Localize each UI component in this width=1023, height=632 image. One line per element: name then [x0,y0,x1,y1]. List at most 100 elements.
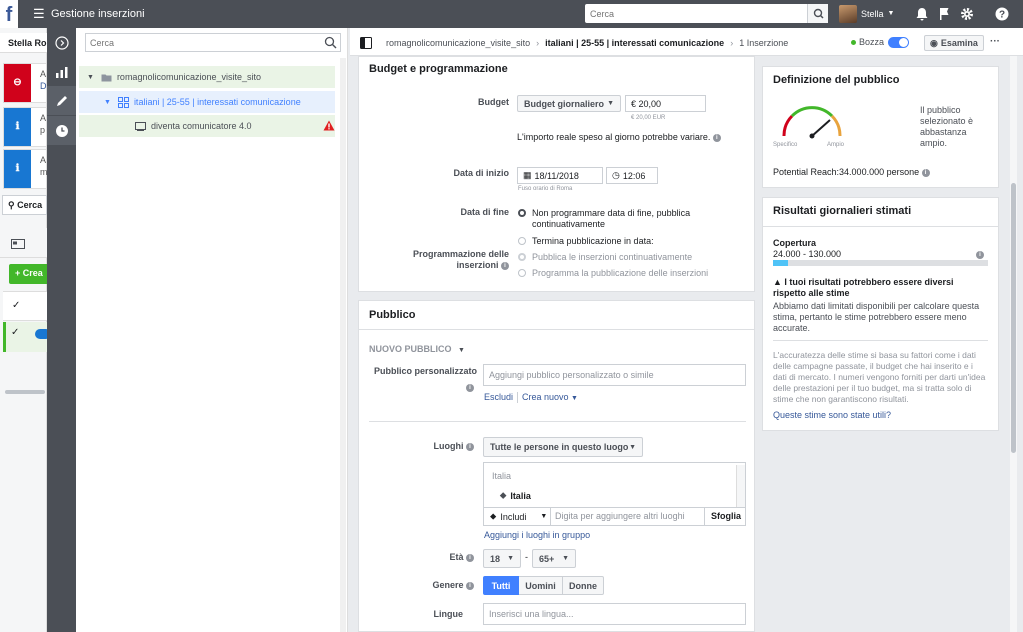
checkbox-checked[interactable]: ✓ [11,327,19,338]
include-label: Includi [500,511,527,522]
age-min-select[interactable]: 18 ▼ [483,549,521,568]
tree-search[interactable] [85,33,341,52]
radio-selected[interactable] [518,209,526,217]
notification-card[interactable]: ℹ Ap [3,107,47,147]
help-icon[interactable]: ? [994,6,1010,22]
new-audience-dropdown[interactable]: NUOVO PUBBLICO ▼ [369,344,465,354]
status-dot [851,39,856,45]
budget-amount-input[interactable]: € 20,00 [625,95,706,112]
feedback-link[interactable]: Queste stime sono state utili? [773,410,891,420]
divider [358,329,755,330]
timezone-label: Fuso orario di Roma [518,186,573,192]
clock-icon[interactable] [47,116,76,145]
info-icon[interactable]: i [712,133,721,142]
start-time-input[interactable]: ◷ 12:06 [606,167,658,184]
potential-reach-text: Potential Reach:34.000.000 persone [773,167,920,177]
notification-card[interactable]: ⊖ AD [3,63,47,103]
estimates-title: Risultati giornalieri stimati [773,205,912,217]
search-icon[interactable] [324,36,337,49]
collapse-icon[interactable] [47,28,76,57]
review-button[interactable]: ◉ Esamina [924,35,984,51]
draft-toggle[interactable] [888,37,909,48]
flag-icon[interactable] [937,6,953,22]
definition-description: Il pubblico selezionato è abbastanza amp… [920,105,974,148]
tree-search-input[interactable] [86,34,322,51]
languages-input[interactable]: Inserisci una lingua... [483,603,746,625]
custom-audience-input[interactable]: Aggiungi pubblico personalizzato o simil… [483,364,746,386]
horizontal-scrollbar[interactable] [5,390,45,394]
info-icon[interactable]: i [466,581,474,590]
sidebar-toggle-icon[interactable] [360,37,372,49]
age-max-select[interactable]: 65+ ▼ [532,549,576,568]
browse-button[interactable]: Sfoglia [711,511,741,521]
gender-segmented-control: Tutti Uomini Donne [483,576,604,595]
top-search[interactable] [585,4,828,23]
start-date-input[interactable]: ▦ 18/11/2018 [517,167,603,184]
app-title[interactable]: Gestione inserzioni [51,8,145,20]
age-max-value: 65+ [539,553,555,564]
radio-disabled [518,269,526,277]
locations-type-select[interactable]: Tutte le persone in questo luogo ▼ [483,437,643,457]
create-button[interactable]: + Crea [9,264,47,284]
location-search-input[interactable]: Digita per aggiungere altri luoghi [555,511,685,521]
budget-type-select[interactable]: Budget giornaliero ▼ [517,95,621,112]
custom-audience-label: Pubblico personalizzato [373,366,477,376]
info-icon[interactable]: i [466,442,474,451]
caret-down-icon[interactable]: ▼ [104,99,111,106]
breadcrumb-ads[interactable]: 1 Inserzione [739,38,788,48]
caret-down-icon: ▼ [629,443,636,451]
tree-item-campaign[interactable]: ▼ romagnolicomunicazione_visite_sito [79,66,335,88]
gender-all-button[interactable]: Tutti [483,576,519,595]
breadcrumb-campaign[interactable]: romagnolicomunicazione_visite_sito [386,38,530,48]
start-date-value: 18/11/2018 [534,170,579,181]
caret-down-icon: ▼ [540,513,548,520]
facebook-logo[interactable]: f [0,0,18,28]
notifications-icon[interactable] [914,6,930,22]
info-icon: ℹ [4,150,31,188]
warning-icon[interactable] [323,120,335,131]
notification-link[interactable]: D [40,80,47,92]
ads-icon[interactable] [11,239,25,249]
caret-down-icon[interactable]: ▼ [87,74,94,81]
end-option-date[interactable]: Termina pubblicazione in data: [518,236,654,246]
menu-icon[interactable]: ☰ [33,7,45,20]
tree-item-adset[interactable]: ▼ italiani | 25-55 | interessati comunic… [79,91,335,113]
exclude-link[interactable]: Escludi [484,392,513,402]
end-option-none[interactable]: Non programmare data di fine, pubblica co… [518,208,690,230]
table-row[interactable]: ✓ [3,322,51,352]
user-menu[interactable]: Stella ▼ [839,3,894,24]
more-options-button[interactable]: ··· [990,36,1000,47]
tree-item-ad[interactable]: diventa comunicatore 4.0 [79,115,335,137]
locations-scrollbar[interactable] [736,465,745,507]
info-icon[interactable]: i [466,382,474,392]
search-icon[interactable] [807,4,828,23]
gender-men-button[interactable]: Uomini [519,576,563,595]
info-icon[interactable]: i [501,261,509,270]
add-locations-link[interactable]: Aggiungi i luoghi in gruppo [484,530,590,540]
notification-card[interactable]: ℹ Am [3,149,48,189]
pencil-icon[interactable] [47,86,76,115]
chart-icon[interactable] [47,57,76,86]
divider [762,226,999,227]
checkmark-icon[interactable]: ✓ [12,300,20,311]
info-icon[interactable]: i [921,168,930,177]
schedule-option-label: Pubblica le inserzioni continuativamente [532,252,693,262]
create-new-link[interactable]: Crea nuovo ▼ [522,392,578,402]
radio-unselected[interactable] [518,237,526,245]
info-icon[interactable]: i [976,249,984,259]
tree-scrollbar[interactable] [340,58,346,632]
account-name[interactable]: Stella Ro [0,33,47,53]
info-icon[interactable]: i [466,553,474,562]
main-scrollbar[interactable] [1010,56,1017,632]
breadcrumb-adset[interactable]: italiani | 25-55 | interessati comunicaz… [545,38,724,48]
review-label: Esamina [940,38,978,48]
left-search[interactable]: ⚲ Cerca [2,195,47,215]
gauge-broad-label: Ampio [827,142,845,148]
budget-title: Budget e programmazione [369,63,508,75]
top-search-input[interactable] [585,4,807,23]
include-dropdown[interactable]: ⬥ Includi ▼ [490,511,547,522]
gear-icon[interactable] [959,6,975,22]
gender-women-button[interactable]: Donne [563,576,604,595]
location-item[interactable]: ⬥ Italia [500,490,531,501]
clock-icon: ◷ [612,170,620,180]
